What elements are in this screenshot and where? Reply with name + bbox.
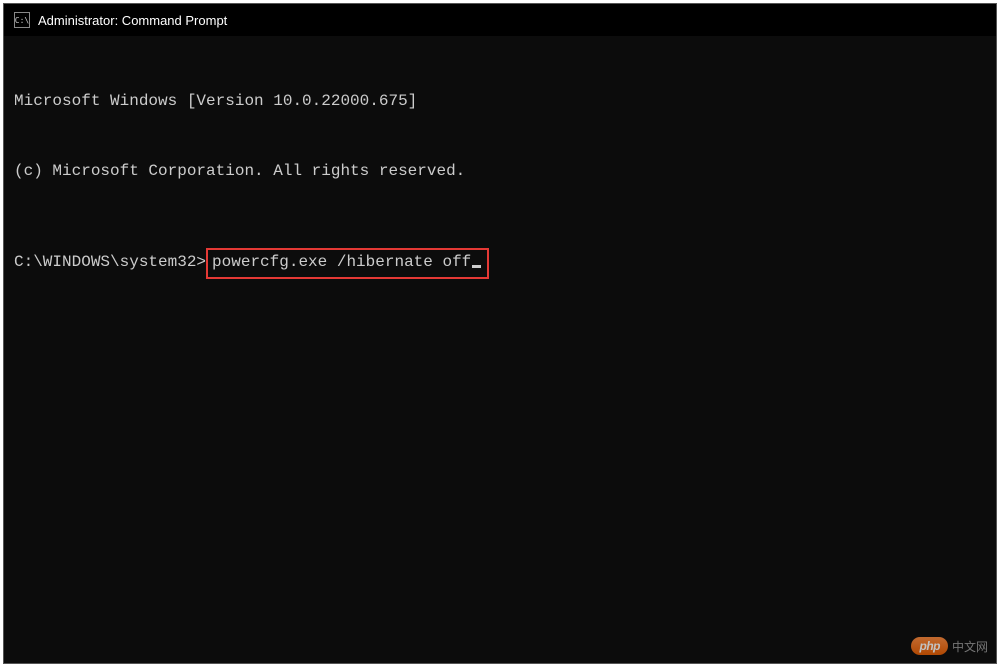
cursor — [472, 265, 481, 268]
command-input[interactable]: powercfg.exe /hibernate off — [212, 253, 471, 271]
watermark: php 中文网 — [911, 637, 988, 655]
command-prompt-window: C:\ Administrator: Command Prompt Micros… — [3, 3, 997, 664]
prompt-line: C:\WINDOWS\system32> powercfg.exe /hibern… — [14, 248, 986, 279]
title-bar[interactable]: C:\ Administrator: Command Prompt — [4, 4, 996, 36]
copyright-line: (c) Microsoft Corporation. All rights re… — [14, 160, 986, 183]
version-line: Microsoft Windows [Version 10.0.22000.67… — [14, 90, 986, 113]
terminal-output[interactable]: Microsoft Windows [Version 10.0.22000.67… — [4, 36, 996, 333]
watermark-text: 中文网 — [952, 638, 988, 655]
window-title: Administrator: Command Prompt — [38, 13, 227, 28]
watermark-badge: php — [911, 637, 948, 655]
prompt-path: C:\WINDOWS\system32> — [14, 251, 206, 274]
cmd-icon: C:\ — [14, 12, 30, 28]
command-highlight: powercfg.exe /hibernate off — [206, 248, 489, 279]
